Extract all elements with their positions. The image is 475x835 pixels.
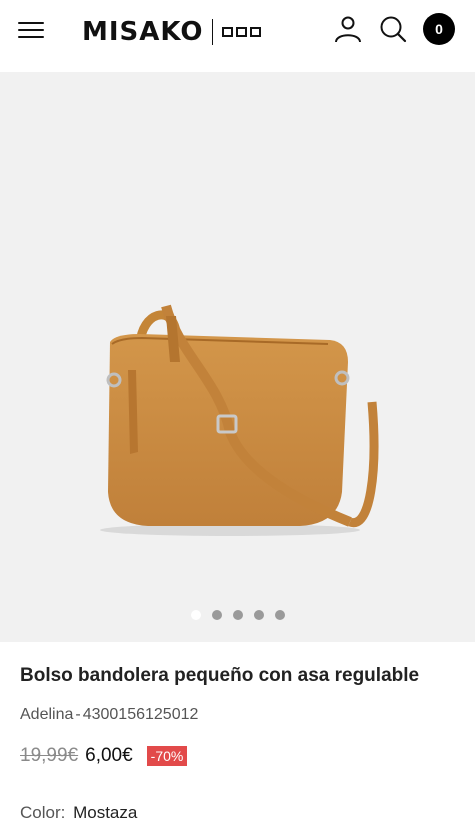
product-image-gallery[interactable] <box>0 72 475 642</box>
logo-squares-mark <box>222 27 262 37</box>
product-reference: Adelina -4300156125012 <box>20 706 198 724</box>
logo-divider <box>212 19 214 45</box>
gallery-dot-3[interactable] <box>232 610 243 620</box>
hamburger-menu-icon[interactable] <box>18 18 46 40</box>
product-title: Bolso bandolera pequeño con asa regulabl… <box>20 665 420 686</box>
sale-price: 6,00€ <box>85 745 133 766</box>
brand-logo[interactable]: MISAKO <box>82 14 262 50</box>
user-account-icon[interactable] <box>333 14 363 44</box>
sku-separator: - <box>75 706 81 723</box>
gallery-dot-4[interactable] <box>253 610 264 620</box>
product-sku: 4300156125012 <box>82 706 199 723</box>
price-row: 19,99€ 6,00€ -70% <box>20 745 188 767</box>
gallery-dot-5[interactable] <box>274 610 285 620</box>
cart-button[interactable]: 0 <box>423 13 455 45</box>
cart-count: 0 <box>435 21 443 37</box>
color-value: Mostaza <box>73 803 138 822</box>
gallery-dot-1[interactable] <box>190 610 201 620</box>
product-bag-image <box>100 304 379 536</box>
product-model: Adelina <box>20 706 74 723</box>
original-price: 19,99€ <box>20 745 79 766</box>
brand-name: MISAKO <box>82 17 204 47</box>
gallery-dot-2[interactable] <box>211 610 222 620</box>
site-header: MISAKO 0 <box>0 0 475 72</box>
search-icon[interactable] <box>379 15 407 43</box>
color-label: Color: <box>20 803 66 822</box>
discount-badge: -70% <box>146 746 188 766</box>
gallery-pagination <box>0 610 475 620</box>
color-selection: Color: Mostaza <box>20 803 137 823</box>
